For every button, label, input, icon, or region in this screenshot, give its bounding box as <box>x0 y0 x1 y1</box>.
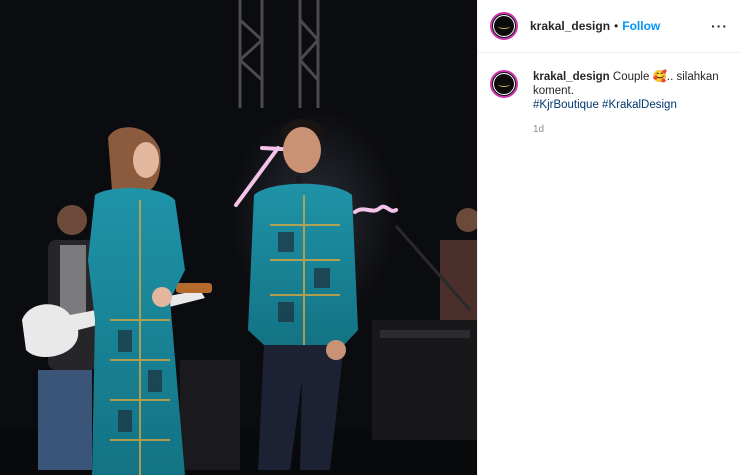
separator-dot: • <box>614 19 619 33</box>
more-options-icon[interactable]: ··· <box>711 18 728 34</box>
caption-line-2: koment. <box>533 85 574 97</box>
krakal-design-logo-icon[interactable] <box>490 12 518 40</box>
caption-comment: krakal_design Couple 🥰.. silahkan koment… <box>490 70 730 135</box>
caption-line-1: Couple 🥰.. silahkan <box>612 71 719 83</box>
follow-button[interactable]: Follow <box>622 19 660 33</box>
header-username[interactable]: krakal_design <box>530 19 610 33</box>
post-photo[interactable] <box>0 0 477 475</box>
stage-photo-illustration <box>0 0 477 475</box>
post-timestamp[interactable]: 1d <box>533 124 730 135</box>
post-header: krakal_design • Follow ··· <box>478 0 740 53</box>
caption-text: krakal_design Couple 🥰.. silahkan koment… <box>533 70 730 112</box>
caption-hashtags[interactable]: #KjrBoutique #KrakalDesign <box>533 99 677 111</box>
post-side-panel: krakal_design • Follow ··· krakal_design… <box>477 0 740 475</box>
krakal-design-logo-icon[interactable] <box>490 70 518 98</box>
caption-username[interactable]: krakal_design <box>533 71 610 83</box>
